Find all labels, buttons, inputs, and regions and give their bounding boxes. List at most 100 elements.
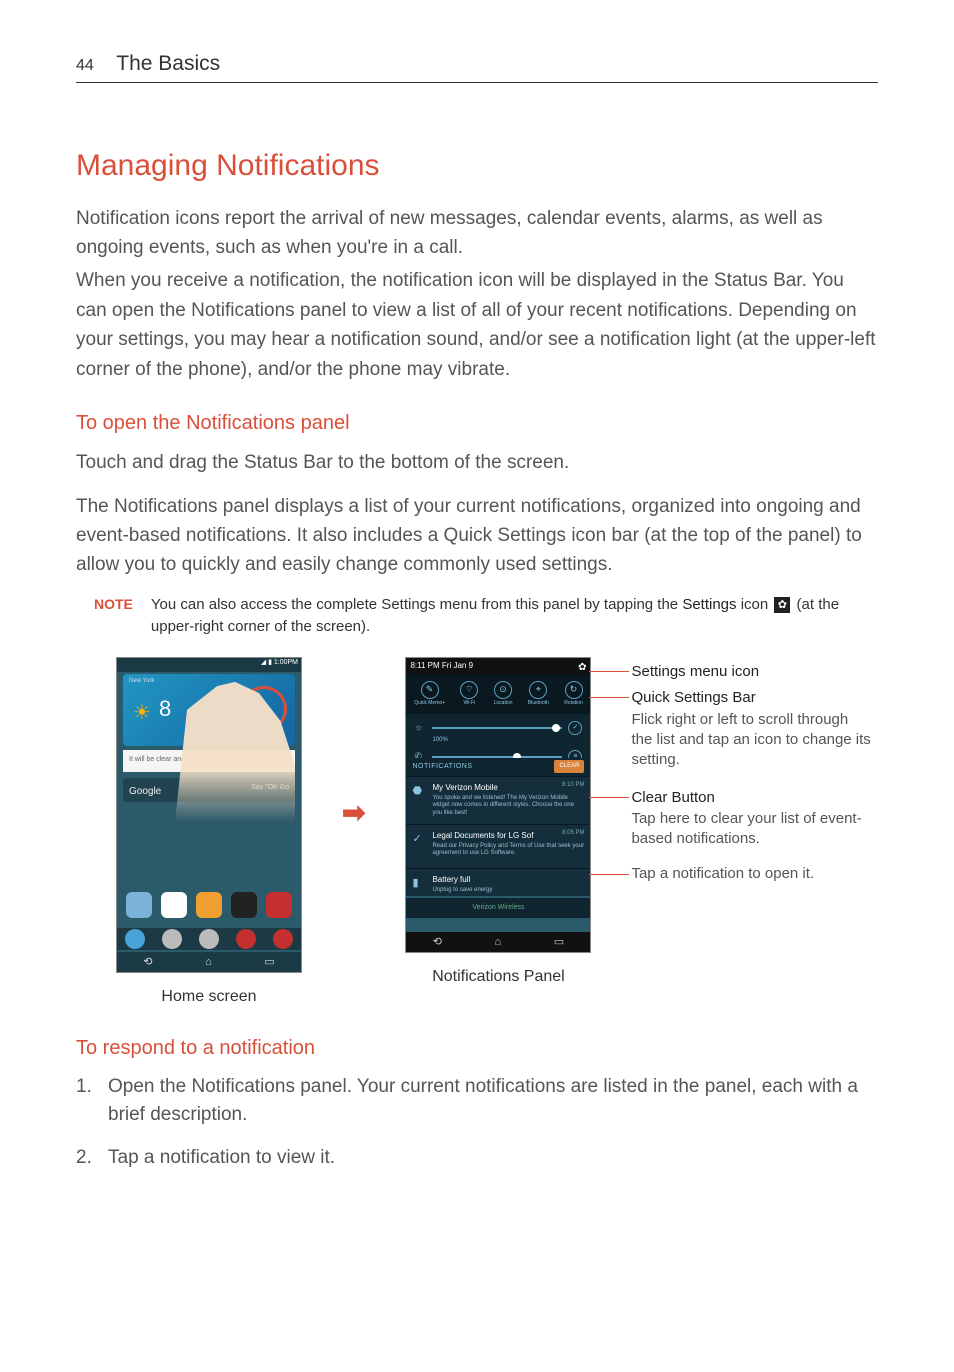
chrome-icon[interactable] [236,929,256,949]
home-screen-phone: ◢ ▮ 1:00PM New York ☀ 8 It will be clear… [116,657,302,973]
dock-app-4[interactable] [231,892,257,918]
step-2-number: 2. [76,1144,98,1173]
weather-temp: 8 [159,692,171,725]
memo-icon: ✎ [421,681,439,699]
note-before: You can also access the complete Setting… [151,596,682,613]
heading-respond: To respond to a notification [76,1033,878,1063]
recent-icon[interactable]: ▭ [264,954,274,971]
location-icon: ⊙ [494,681,512,699]
home-caption: Home screen [161,985,256,1009]
card1-time: 8:10 PM [562,781,584,790]
notification-card-1[interactable]: ⬣ My Verizon Mobile 8:10 PM You spoke an… [406,776,590,824]
quick-launch-bar [117,928,301,950]
heading-open-panel: To open the Notifications panel [76,408,878,438]
brightness-pct: 100% [432,736,582,745]
auto-brightness-toggle[interactable]: ✓ [568,721,582,735]
step-1-text: Open the Notifications panel. Your curre… [108,1073,878,1130]
right-arrow-icon: ➡ [342,797,365,828]
qs-location[interactable]: ⊙Location [494,681,513,708]
weather-city: New York [129,677,154,686]
note-label: NOTE [94,594,133,615]
anno-tap-text: Tap a notification to open it. [631,864,871,884]
notifications-panel-phone: 8:11 PM Fri Jan 9 ✿ ✎Quick Memo+ ⌔Wi-Fi … [405,657,591,953]
carrier-label: Verizon Wireless [406,898,590,918]
np-nav-bar: ⟲ ⌂ ▭ [406,932,590,952]
annotation-column: Settings menu icon Quick Settings Bar Fl… [631,657,871,898]
figure-row: ◢ ▮ 1:00PM New York ☀ 8 It will be clear… [116,657,878,1009]
intro-p2: When you receive a notification, the not… [76,266,878,384]
quick-settings-bar[interactable]: ✎Quick Memo+ ⌔Wi-Fi ⊙Location ⌖Bluetooth… [406,674,590,714]
app-dock [117,884,301,926]
recent-icon[interactable]: ▭ [554,934,564,951]
status-bar[interactable]: ◢ ▮ 1:00PM [117,658,301,672]
dock-app-3[interactable] [196,892,222,918]
intro-p1: Notification icons report the arrival of… [76,204,878,263]
anno-clear-desc: Tap here to clear your list of event-bas… [631,809,871,850]
card3-title: Battery full [432,874,584,886]
steps-list: 1. Open the Notifications panel. Your cu… [76,1073,878,1173]
np-caption: Notifications Panel [432,965,565,989]
arrow-column: ➡ [342,792,365,834]
card2-time: 8:05 PM [562,829,584,838]
settings-word: Settings [682,596,736,613]
qs-wifi[interactable]: ⌔Wi-Fi [460,681,478,708]
gear-icon: ✿ [774,597,790,613]
brightness-track[interactable] [432,727,562,729]
qs-memo[interactable]: ✎Quick Memo+ [414,681,445,708]
notification-card-3[interactable]: ▮ Battery full Unplug to save energy [406,868,590,896]
verizon-icon: ⬣ [412,783,422,800]
callout-line-icon [589,874,629,875]
contacts-icon[interactable] [162,929,182,949]
step-2: 2. Tap a notification to view it. [76,1144,878,1173]
settings-gear-icon[interactable]: ✿ [578,660,586,672]
card2-body: Read our Privacy Policy and Terms of Use… [432,843,584,858]
bluetooth-icon: ⌖ [529,681,547,699]
home-screen-figure: ◢ ▮ 1:00PM New York ☀ 8 It will be clear… [116,657,302,1009]
back-icon[interactable]: ⟲ [143,954,152,971]
anno-clear: Clear Button Tap here to clear your list… [631,787,871,850]
apps-icon[interactable] [199,929,219,949]
page-number: 44 [76,57,94,74]
wifi-icon: ⌔ [460,681,478,699]
brightness-icon: ☼ [414,721,426,735]
np-time-date: 8:11 PM Fri Jan 9 [410,660,473,672]
battery-full-icon: ▮ [412,875,418,892]
anno-qs-desc: Flick right or left to scroll through th… [631,710,871,771]
dock-app-5[interactable] [266,892,292,918]
card1-body: You spoke and we listened! The My Verizo… [432,795,584,818]
phone-icon[interactable] [125,929,145,949]
note-block: NOTE You can also access the complete Se… [94,594,878,639]
anno-clear-title: Clear Button [631,787,871,810]
status-time: 1:00PM [274,659,298,666]
section-title: The Basics [116,52,220,75]
anno-tap-notif: Tap a notification to open it. [631,864,871,884]
brightness-slider[interactable]: ☼ ✓ [414,718,582,738]
home-icon[interactable]: ⌂ [205,954,212,971]
notifications-panel-figure: 8:11 PM Fri Jan 9 ✿ ✎Quick Memo+ ⌔Wi-Fi … [405,657,591,989]
qs-rotation[interactable]: ↻Rotation [564,681,583,708]
check-icon: ✓ [412,831,421,848]
back-icon[interactable]: ⟲ [433,934,442,951]
note-mid: icon [737,596,773,613]
camera-icon[interactable] [273,929,293,949]
notification-card-2[interactable]: ✓ Legal Documents for LG Sof 8:05 PM Rea… [406,824,590,868]
notif-header-label: NOTIFICATIONS [412,762,472,773]
sun-icon: ☀ [133,698,151,728]
clear-button[interactable]: CLEAR [554,760,584,773]
page-title: Managing Notifications [76,143,878,188]
anno-qs-bar: Quick Settings Bar Flick right or left t… [631,687,871,770]
note-text: You can also access the complete Setting… [151,594,878,639]
slider-area: ☼ ✓ 100% ✆ ≡ [406,714,590,758]
callout-line-icon [589,697,629,698]
step-2-text: Tap a notification to view it. [108,1144,335,1173]
dock-app-2[interactable] [161,892,187,918]
anno-settings-label: Settings menu icon [631,661,871,684]
open-p2: The Notifications panel displays a list … [76,492,878,580]
open-p1: Touch and drag the Status Bar to the bot… [76,448,878,477]
step-1: 1. Open the Notifications panel. Your cu… [76,1073,878,1130]
home-icon[interactable]: ⌂ [495,934,502,951]
dock-app-1[interactable] [126,892,152,918]
qs-bluetooth[interactable]: ⌖Bluetooth [528,681,549,708]
nav-bar: ⟲ ⌂ ▭ [117,952,301,972]
intro-text: Notification icons report the arrival of… [76,204,878,385]
